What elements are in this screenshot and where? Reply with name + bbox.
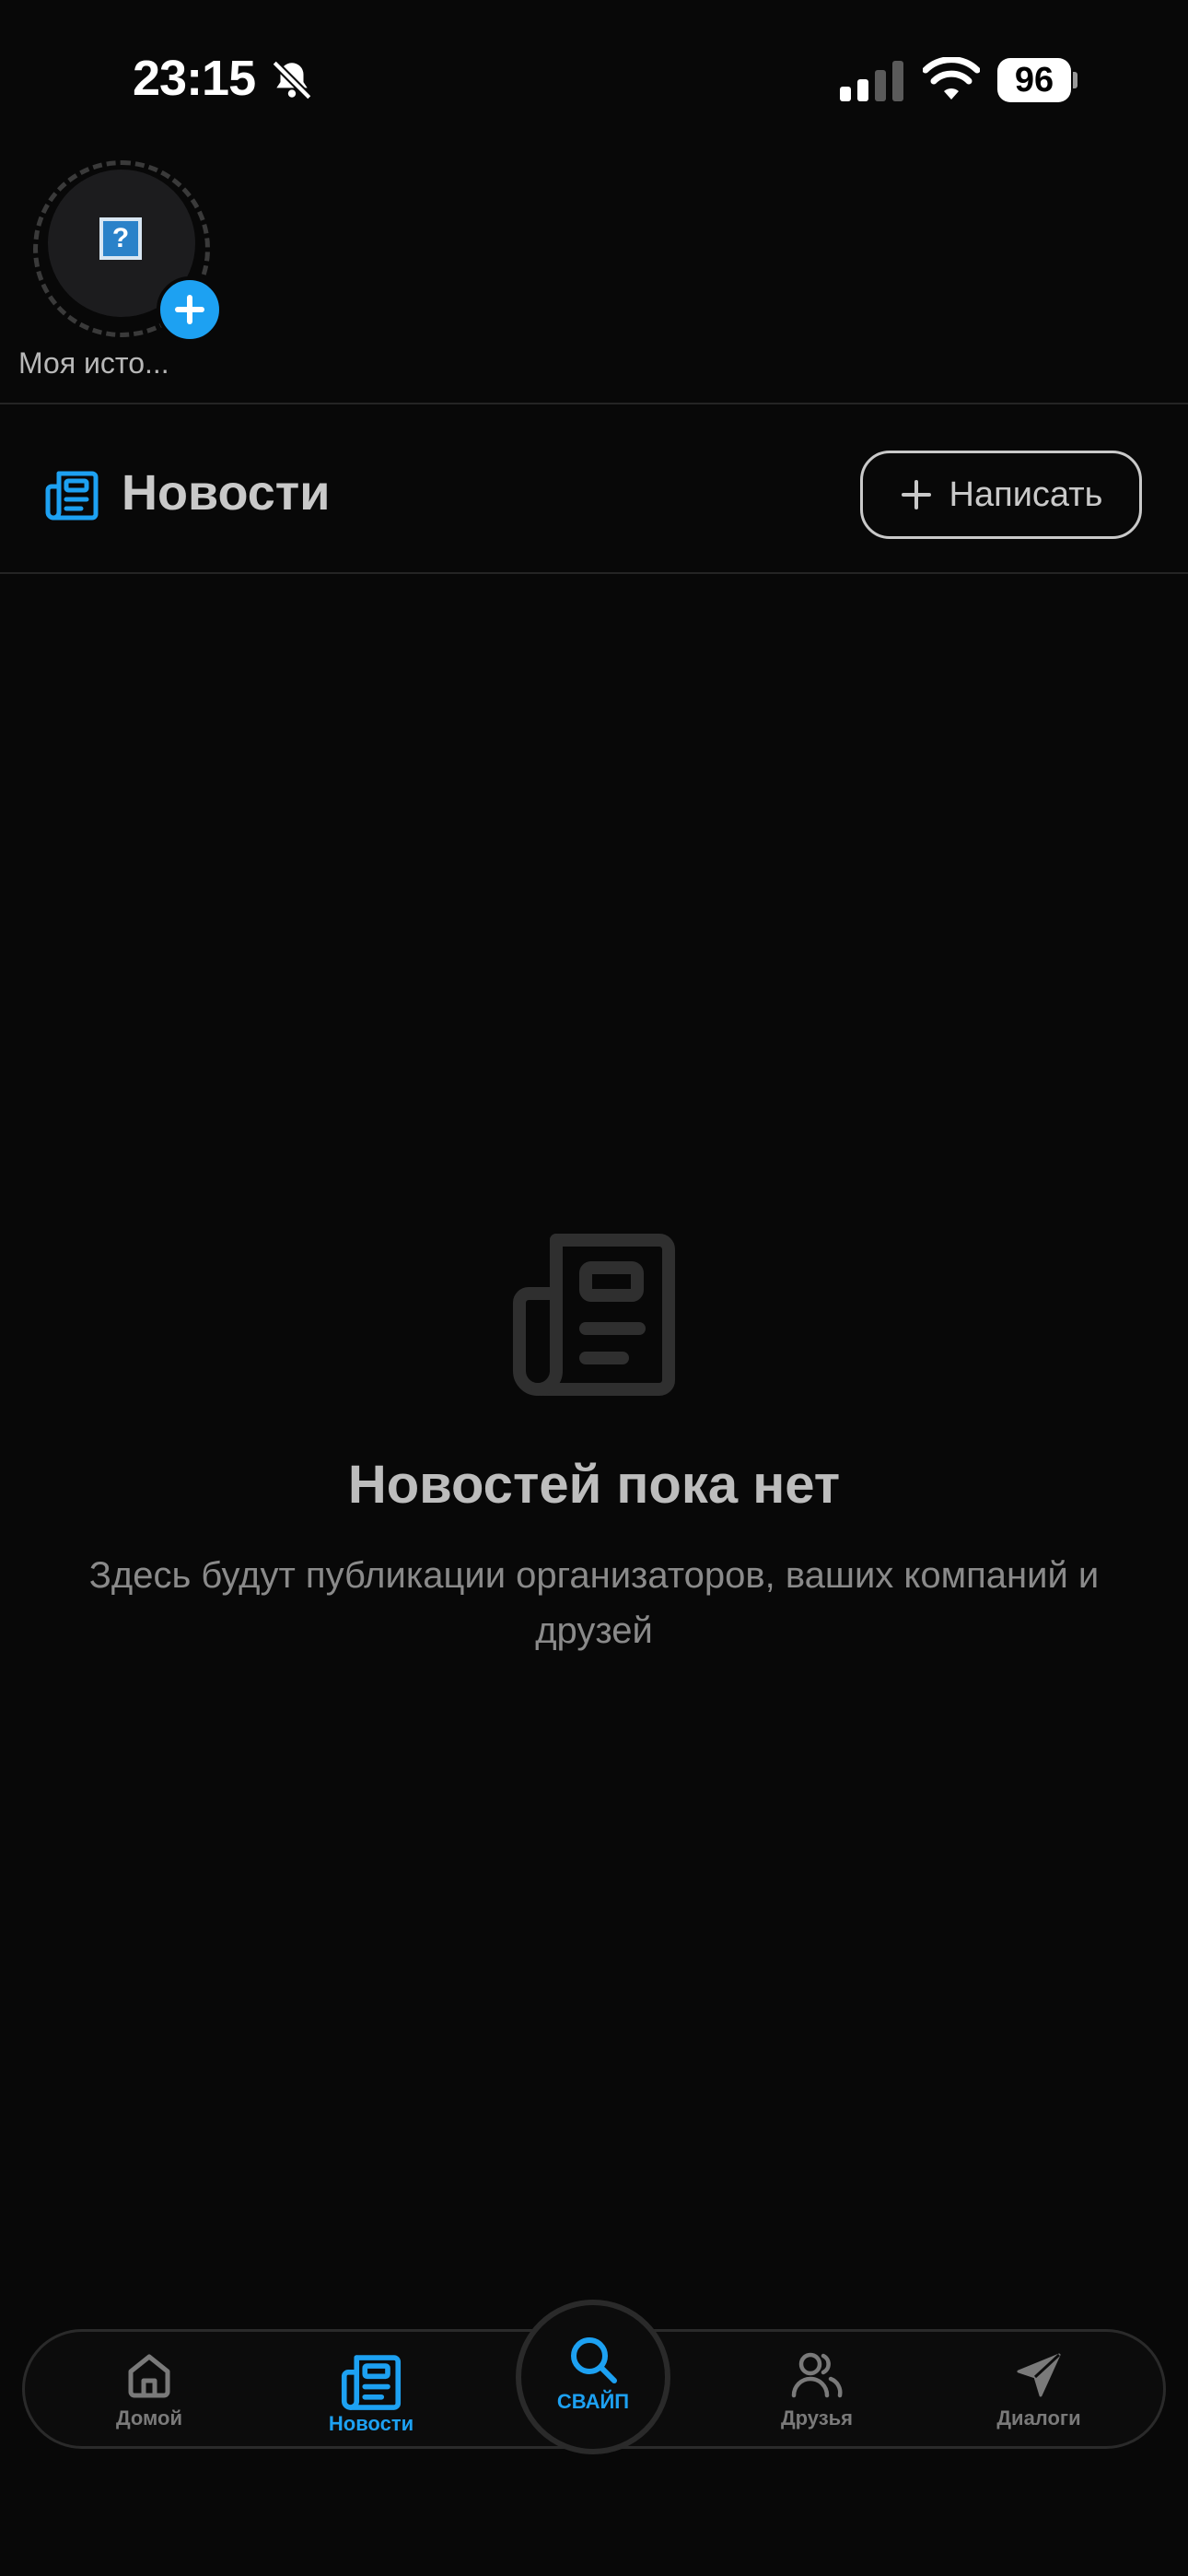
page-title: Новости [122, 465, 331, 521]
friends-icon [791, 2352, 843, 2398]
plus-icon [901, 480, 931, 509]
newspaper-icon [45, 471, 99, 521]
send-icon [1017, 2353, 1061, 2397]
cellular-signal-icon [840, 61, 903, 101]
tab-dialogs-label: Диалоги [996, 2406, 1081, 2430]
battery-indicator: 96 [997, 58, 1077, 102]
status-time: 23:15 [133, 51, 256, 106]
tab-news[interactable]: Новости [288, 2349, 454, 2436]
my-story-label: Моя исто... [18, 346, 169, 380]
wifi-icon [923, 57, 980, 100]
missing-image-icon: ? [99, 217, 142, 260]
empty-state-subtitle: Здесь будут публикации организаторов, ва… [88, 1555, 1100, 1651]
tab-dialogs[interactable]: Диалоги [956, 2349, 1122, 2430]
tab-home[interactable]: Домой [66, 2349, 232, 2430]
plus-icon [175, 295, 204, 324]
compose-button-label: Написать [949, 474, 1103, 514]
compose-button[interactable]: Написать [860, 451, 1142, 539]
add-story-button[interactable] [157, 276, 223, 343]
battery-level: 96 [997, 58, 1071, 102]
tab-friends[interactable]: Друзья [734, 2349, 900, 2430]
bell-muted-icon [272, 60, 312, 100]
newspaper-empty-icon [513, 1234, 675, 1396]
tab-home-label: Домой [115, 2406, 183, 2430]
newspaper-icon [341, 2355, 402, 2410]
stories-divider [0, 403, 1188, 404]
header-divider [0, 572, 1188, 574]
tab-swipe-label: СВАЙП [556, 2390, 630, 2413]
empty-state-title: Новостей пока нет [347, 1455, 841, 1515]
tab-news-label: Новости [328, 2412, 414, 2435]
search-icon [571, 2337, 617, 2383]
tab-friends-label: Друзья [780, 2406, 854, 2430]
home-icon [128, 2354, 170, 2398]
tab-swipe[interactable]: СВАЙП [516, 2300, 670, 2454]
